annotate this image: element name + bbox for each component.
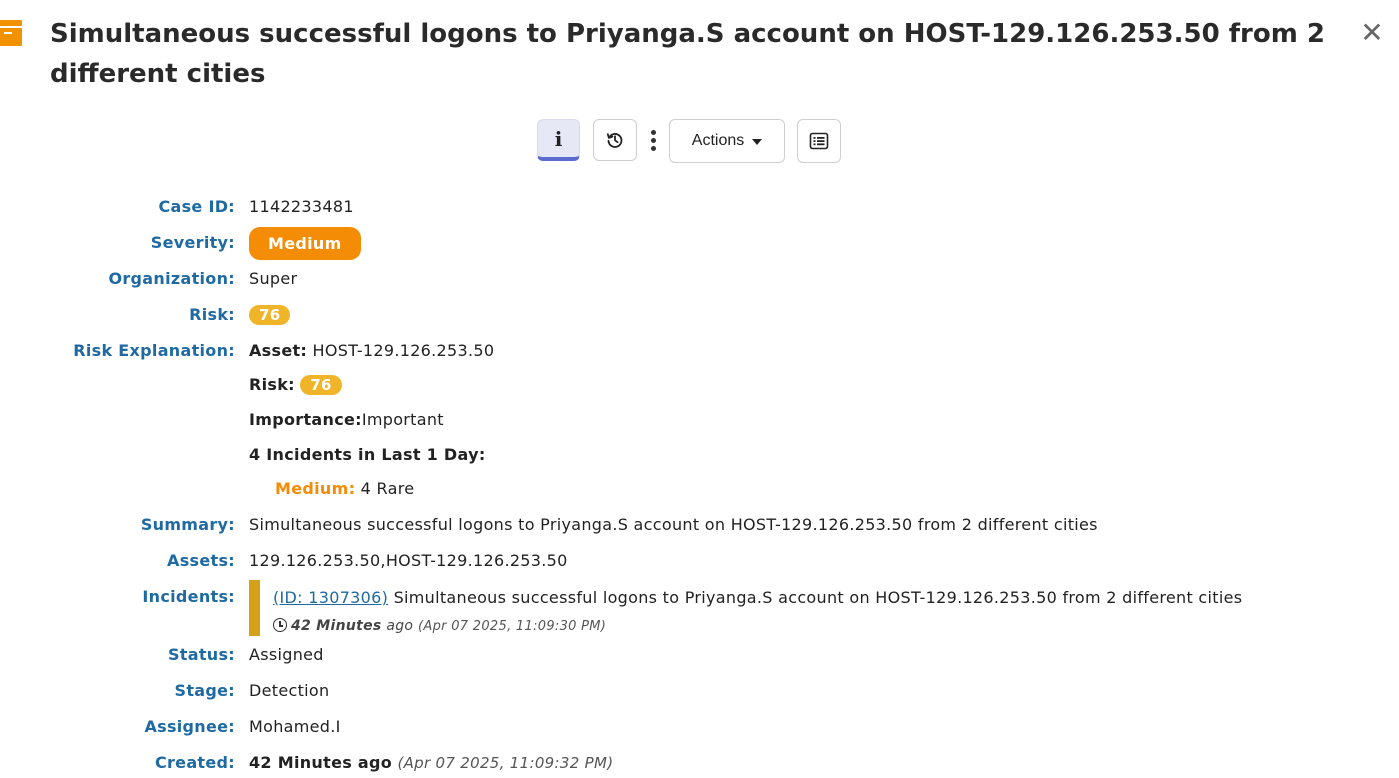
case-id-value: 1142233481 bbox=[249, 197, 354, 216]
risk-explanation-risk-label: Risk: bbox=[249, 375, 295, 394]
more-vertical-icon[interactable] bbox=[647, 125, 659, 155]
caret-down-icon bbox=[752, 139, 763, 145]
history-button[interactable] bbox=[593, 119, 637, 161]
importance-value: Important bbox=[361, 410, 444, 429]
field-label: Organization: bbox=[108, 269, 235, 288]
field-label: Severity: bbox=[150, 233, 235, 252]
created-timestamp: (Apr 07 2025, 11:09:32 PM) bbox=[397, 754, 614, 772]
actions-label: Actions bbox=[691, 132, 745, 149]
case-title: Simultaneous successful logons to Priyan… bbox=[50, 19, 1325, 89]
field-label: Assets: bbox=[167, 551, 235, 570]
stage-value: Detection bbox=[249, 681, 330, 700]
field-label: Risk Explanation: bbox=[73, 341, 235, 360]
case-box-icon bbox=[0, 20, 22, 46]
asset-label: Asset: bbox=[249, 341, 308, 360]
incident-relative-time: 42 Minutes bbox=[291, 618, 382, 634]
field-label: Case ID: bbox=[158, 197, 235, 216]
assets-value: 129.126.253.50,HOST-129.126.253.50 bbox=[249, 551, 568, 570]
importance-label: Importance: bbox=[249, 410, 362, 429]
field-label: Status: bbox=[167, 645, 235, 664]
list-view-button[interactable] bbox=[797, 119, 841, 163]
created-relative: 42 Minutes ago bbox=[249, 753, 393, 772]
risk-badge: 76 bbox=[249, 305, 291, 325]
incidents-last-day-heading: 4 Incidents in Last 1 Day: bbox=[249, 445, 486, 464]
incident-severity-bar bbox=[249, 580, 260, 636]
severity-badge: Medium bbox=[249, 227, 361, 260]
incident-id-link[interactable]: (ID: 1307306) bbox=[273, 588, 388, 607]
case-toolbar: i Actions bbox=[0, 119, 1399, 165]
close-icon[interactable]: ✕ bbox=[1359, 18, 1385, 48]
history-icon bbox=[606, 133, 623, 148]
info-tab-button[interactable]: i bbox=[537, 119, 580, 161]
field-label: Incidents: bbox=[142, 587, 235, 606]
risk-explanation-badge: 76 bbox=[300, 375, 342, 395]
incident-text: Simultaneous successful logons to Priyan… bbox=[393, 588, 1243, 607]
field-label: Assignee: bbox=[144, 717, 235, 736]
field-label: Created: bbox=[154, 753, 235, 772]
breakdown-value: 4 Rare bbox=[360, 479, 415, 498]
incident-ago: ago bbox=[386, 618, 414, 634]
field-label: Risk: bbox=[189, 305, 235, 324]
incident-timestamp: (Apr 07 2025, 11:09:30 PM) bbox=[418, 619, 607, 634]
actions-dropdown-button[interactable]: Actions bbox=[669, 119, 785, 163]
list-icon bbox=[809, 132, 829, 150]
assignee-value: Mohamed.I bbox=[249, 717, 341, 736]
status-value: Assigned bbox=[249, 645, 324, 664]
organization-value: Super bbox=[249, 269, 298, 288]
summary-value: Simultaneous successful logons to Priyan… bbox=[249, 515, 1098, 534]
breakdown-severity-label: Medium: bbox=[275, 479, 356, 498]
field-label: Summary: bbox=[140, 515, 235, 534]
field-label: Stage: bbox=[174, 681, 235, 700]
clock-icon bbox=[273, 618, 287, 632]
asset-value: HOST-129.126.253.50 bbox=[312, 341, 495, 360]
info-icon: i bbox=[554, 126, 563, 151]
